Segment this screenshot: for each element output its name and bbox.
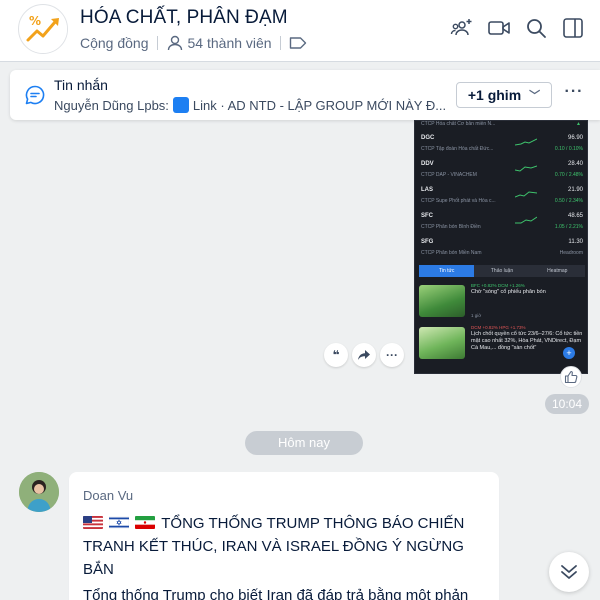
stock-name: CTCP Tập đoàn Hóa chất Đức...: [421, 146, 494, 152]
message-headline: TỔNG THỐNG TRUMP THÔNG BÁO CHIẾN TRANH K…: [83, 512, 493, 581]
divider: [156, 36, 158, 50]
stock-price: 11.30: [568, 239, 583, 245]
stock-row: SFC CTCP Phân bón Bình Điền 48.65 1.05 /…: [419, 213, 585, 237]
group-avatar[interactable]: %: [18, 4, 68, 54]
sidebar-panel-icon: [563, 18, 583, 38]
quote-icon: ❝: [332, 348, 340, 362]
plus-icon: +: [563, 347, 575, 359]
thumbs-up-icon: [564, 370, 578, 384]
stock-row: DDV CTCP DAP - VINACHEM 28.40 0.70 / 2.4…: [419, 161, 585, 185]
stock-tabs: Tin tức Thảo luận Heatmap: [419, 265, 585, 277]
stock-price: 48.65: [567, 213, 583, 219]
video-call-button[interactable]: [487, 16, 511, 40]
stock-row: LAS CTCP Supe Phốt phát và Hóa c... 21.9…: [419, 187, 585, 211]
stock-name: CTCP DAP - VINACHEM: [421, 172, 477, 178]
add-member-button[interactable]: [450, 16, 474, 40]
pinned-message-bar[interactable]: Tin nhắn Nguyễn Dũng Lpbs: Link · AD NTD…: [10, 70, 600, 120]
sparkline: [515, 216, 537, 224]
like-button[interactable]: [560, 366, 582, 388]
stock-change: 0.10 / 0.10%: [554, 146, 583, 152]
news-thumbnail: [419, 327, 465, 359]
sparkline: [515, 191, 537, 198]
stock-name: CTCP Phân bón Miền Nam: [421, 250, 482, 256]
scroll-to-bottom-button[interactable]: [549, 552, 589, 592]
stock-code: SFG: [421, 239, 434, 245]
divider: [279, 36, 281, 50]
pinned-title: Tin nhắn: [54, 77, 108, 93]
stock-screenshot-image[interactable]: CTCP Hóa chất Cơ bản miền N... ▲ DGC CTC…: [414, 120, 588, 374]
news-meta: BFC +0.82% DCM +1.26%: [471, 283, 525, 288]
group-add-icon: [450, 19, 472, 36]
link-thumbnail-icon: [172, 97, 189, 113]
pinned-count-label: +1 ghim: [467, 87, 522, 103]
pinned-preview-text: Link · AD NTD - LẬP GROUP MỚI NÀY Đ...: [192, 97, 447, 113]
member-icon: [167, 35, 182, 51]
message-timestamp: 10:04: [545, 394, 589, 414]
news-item: BFC +0.82% DCM +1.26% Chờ "sóng" cổ phiế…: [419, 283, 585, 323]
news-time: 1 giờ: [471, 313, 482, 318]
stock-code: SFC: [421, 213, 433, 219]
stock-row: SFG CTCP Phân bón Miền Nam 11.30 Headroo…: [419, 239, 585, 263]
member-count[interactable]: 54 thành viên: [188, 35, 272, 51]
stock-top-change: ▲: [576, 121, 581, 127]
stock-price: 96.90: [567, 135, 583, 141]
news-meta: DCM +0.82% HPG +1.73%: [471, 325, 526, 330]
community-label[interactable]: Cộng đồng: [80, 35, 149, 51]
date-separator: Hôm nay: [245, 431, 363, 455]
double-chevron-down-icon: [561, 565, 577, 579]
tab-discussion: Thảo luận: [474, 265, 530, 277]
tag-icon[interactable]: [289, 36, 307, 50]
stock-price: 21.90: [567, 187, 583, 193]
stock-name: CTCP Phân bón Bình Điền: [421, 224, 481, 230]
search-icon: [527, 19, 546, 38]
news-item: DCM +0.82% HPG +1.73% Lịch chốt quyền cổ…: [419, 325, 585, 371]
stock-change: 1.05 / 2.21%: [554, 224, 583, 230]
us-flag-icon: [83, 516, 103, 529]
more-icon: ···: [386, 348, 398, 362]
pinned-more-button[interactable]: ···: [562, 83, 586, 107]
stock-code: LAS: [421, 187, 433, 193]
stock-change: 0.70 / 2.48%: [554, 172, 583, 178]
pinned-preview: Nguyễn Dũng Lpbs: Link · AD NTD - LẬP GR…: [54, 97, 454, 113]
tab-news: Tin tức: [419, 265, 475, 277]
stock-top-line: CTCP Hóa chất Cơ bản miền N...: [421, 121, 496, 127]
group-subtitle: Cộng đồng 54 thành viên: [80, 34, 307, 52]
iran-flag-icon: [135, 516, 156, 529]
video-camera-icon: [488, 21, 510, 35]
stock-change: 0.50 / 2.34%: [554, 198, 583, 204]
chat-bubble-icon: [25, 85, 45, 105]
pinned-sender: Nguyễn Dũng Lpbs:: [54, 97, 169, 113]
news-title: Chờ "sóng" cổ phiếu phân bón: [471, 289, 546, 295]
israel-flag-icon: [109, 516, 130, 529]
stock-price: 28.40: [567, 161, 583, 167]
stock-code: DGC: [421, 135, 435, 141]
chevron-down-icon: ﹀: [529, 90, 541, 102]
toggle-info-panel-button[interactable]: [561, 16, 585, 40]
svg-text:%: %: [29, 14, 41, 28]
quote-button[interactable]: ❝: [324, 343, 348, 367]
pinned-count-dropdown[interactable]: +1 ghim ﹀: [456, 82, 552, 108]
chat-header: % HÓA CHẤT, PHÂN ĐẠM Cộng đồng 54 thành …: [0, 0, 600, 62]
stock-change: Headroom: [559, 250, 583, 256]
stock-row: DGC CTCP Tập đoàn Hóa chất Đức... 96.90 …: [419, 135, 585, 159]
group-title: HÓA CHẤT, PHÂN ĐẠM: [80, 7, 288, 28]
avatar-photo: [19, 472, 59, 512]
more-actions-button[interactable]: ···: [380, 343, 404, 367]
stock-code: DDV: [421, 161, 434, 167]
message-body: Tổng thống Trump cho biết Iran đã đáp tr…: [83, 587, 469, 600]
sender-name: Doan Vu: [83, 488, 134, 503]
message-bubble[interactable]: Doan Vu TỔNG THỐNG TRUMP THÔNG BÁO CHIẾN…: [69, 472, 499, 600]
search-button[interactable]: [524, 16, 548, 40]
sender-avatar[interactable]: [19, 472, 59, 512]
tab-heatmap: Heatmap: [529, 265, 585, 277]
sparkline: [515, 165, 537, 172]
sparkline: [515, 138, 537, 146]
stock-name: CTCP Supe Phốt phát và Hóa c...: [421, 198, 496, 204]
growth-chart-icon: %: [20, 6, 67, 53]
news-thumbnail: [419, 285, 465, 317]
share-icon: [358, 350, 370, 360]
share-button[interactable]: [352, 343, 376, 367]
